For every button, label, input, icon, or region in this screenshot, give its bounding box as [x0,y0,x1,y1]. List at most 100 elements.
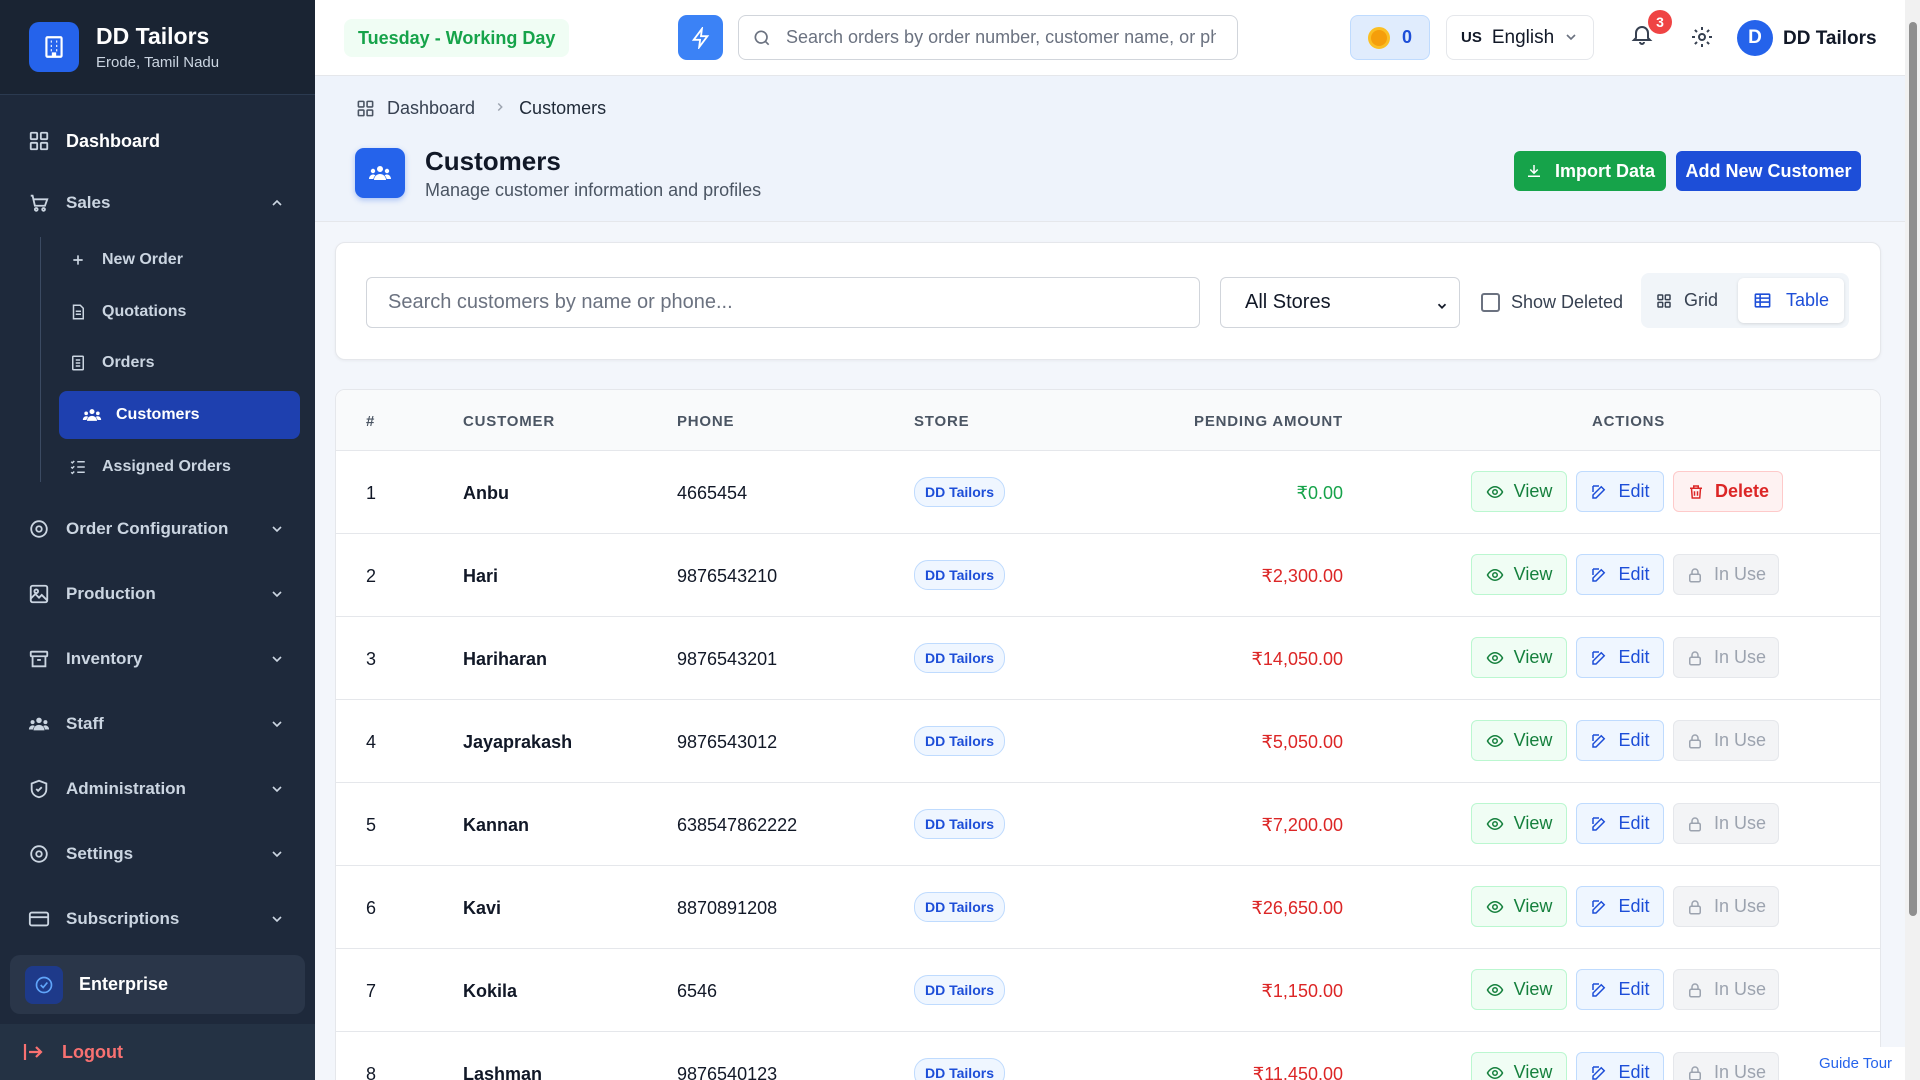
sidebar-item-staff[interactable]: Staff [0,699,315,749]
quick-action-button[interactable] [678,15,723,60]
edit-label: Edit [1618,813,1650,833]
view-button[interactable]: View [1471,471,1567,512]
chevron-down-icon [269,716,285,737]
sidebar-item-administration[interactable]: Administration [0,764,315,814]
view-button[interactable]: View [1471,803,1567,844]
view-mode-toggle: Grid Table [1641,273,1849,328]
sidebar-item-subscriptions[interactable]: Subscriptions [0,894,315,944]
table-header: # CUSTOMER PHONE STORE PENDING AMOUNT AC… [336,390,1880,451]
show-deleted-checkbox[interactable] [1481,293,1500,312]
edit-button[interactable]: Edit [1576,554,1664,595]
view-button[interactable]: View [1471,969,1567,1010]
plan-badge[interactable]: Enterprise [10,955,305,1014]
customer-name: Kavi [463,898,502,918]
edit-button[interactable]: Edit [1576,803,1664,844]
logout-button[interactable]: Logout [0,1024,315,1080]
image-icon [27,582,51,606]
pending-amount: ₹2,300.00 [1261,566,1343,586]
sidebar-item-sales[interactable]: Sales [0,178,315,228]
sidebar-item-label: Administration [66,779,186,798]
gear-icon [1692,27,1712,47]
table-row: 7 Kokila 6546 DD Tailors ₹1,150.00 View Edit In… [336,949,1880,1032]
search-icon [754,30,770,45]
sidebar-item-label: Orders [102,354,155,371]
edit-icon [1590,1064,1608,1080]
breadcrumb-home-link[interactable]: Dashboard [387,98,475,119]
eye-icon [1486,649,1504,667]
row-number: 5 [366,815,377,835]
table-view-button[interactable]: Table [1738,278,1844,323]
column-header-customer[interactable]: CUSTOMER [463,413,555,430]
view-button[interactable]: View [1471,637,1567,678]
brand-location: Erode, Tamil Nadu [96,54,220,71]
breadcrumb-current: Customers [519,98,607,118]
page-subtitle: Manage customer information and profiles [425,180,762,200]
sidebar-item-customers[interactable]: Customers [59,391,300,439]
in-use-label: In Use [1713,896,1767,916]
order-search-input[interactable] [786,27,1216,48]
avatar[interactable]: D [1737,20,1773,56]
chevron-down-icon [269,911,285,932]
column-header-pending: PENDING AMOUNT [1194,413,1343,430]
lock-icon [1686,566,1704,584]
view-button[interactable]: View [1471,1052,1567,1080]
eye-icon [1486,566,1504,584]
users-icon [82,405,102,425]
settings-button[interactable] [1690,25,1714,54]
chevron-down-icon [269,846,285,867]
import-data-button[interactable]: Import Data [1514,151,1666,191]
lock-icon [1686,1064,1704,1080]
sidebar-item-inventory[interactable]: Inventory [0,634,315,684]
in-use-button: In Use [1673,803,1779,844]
edit-icon [1590,732,1608,750]
eye-icon [1486,898,1504,916]
sidebar-item-quotations[interactable]: Quotations [59,288,300,336]
user-name[interactable]: DD Tailors [1783,28,1877,50]
customer-phone: 6546 [677,981,718,1001]
view-button[interactable]: View [1471,886,1567,927]
view-button[interactable]: View [1471,554,1567,595]
building-icon [29,22,79,72]
scrollbar-thumb[interactable] [1909,22,1917,916]
add-customer-button[interactable]: Add New Customer [1676,151,1861,191]
page-scrollbar[interactable] [1905,0,1920,1080]
customer-search-input[interactable] [366,277,1200,328]
sidebar-item-new-order[interactable]: New Order [59,236,300,284]
customer-phone: 4665454 [677,483,748,503]
customer-name: Kokila [463,981,518,1001]
in-use-button: In Use [1673,637,1779,678]
show-deleted-toggle[interactable]: Show Deleted [1481,292,1623,313]
edit-button[interactable]: Edit [1576,969,1664,1010]
pending-amount: ₹14,050.00 [1251,649,1343,669]
sidebar-item-order-configuration[interactable]: Order Configuration [0,504,315,554]
customer-name: Kannan [463,815,530,835]
table-row: 1 Anbu 4665454 DD Tailors ₹0.00 View Edit Delet… [336,451,1880,534]
view-button[interactable]: View [1471,720,1567,761]
grid-view-button[interactable]: Grid [1656,281,1718,320]
column-header-store: STORE [914,413,970,430]
coin-balance[interactable]: 0 [1350,15,1430,60]
in-use-label: In Use [1713,979,1767,999]
pending-amount: ₹5,050.00 [1261,732,1343,752]
guide-tour-button[interactable]: Guide Tour [1806,1047,1905,1080]
store-select[interactable]: All Stores [1220,277,1460,328]
edit-button[interactable]: Edit [1576,886,1664,927]
card-icon [27,907,51,931]
edit-icon [1590,815,1608,833]
language-selector[interactable]: US English [1446,15,1594,60]
edit-button[interactable]: Edit [1576,1052,1664,1080]
edit-button[interactable]: Edit [1576,720,1664,761]
table-row: 4 Jayaprakash 9876543012 DD Tailors ₹5,050.0… [336,700,1880,783]
sidebar-item-orders[interactable]: Orders [59,339,300,387]
edit-button[interactable]: Edit [1576,637,1664,678]
sidebar-item-production[interactable]: Production [0,569,315,619]
sidebar-item-dashboard[interactable]: Dashboard [0,116,315,166]
sidebar-item-assigned-orders[interactable]: Assigned Orders [59,443,300,491]
view-label: View [1513,730,1553,750]
delete-button[interactable]: Delete [1673,471,1783,512]
customer-phone: 8870891208 [677,898,778,918]
sidebar-item-label: Assigned Orders [102,458,231,475]
sidebar-item-settings[interactable]: Settings [0,829,315,879]
page-title: Customers [425,146,561,176]
edit-button[interactable]: Edit [1576,471,1664,512]
